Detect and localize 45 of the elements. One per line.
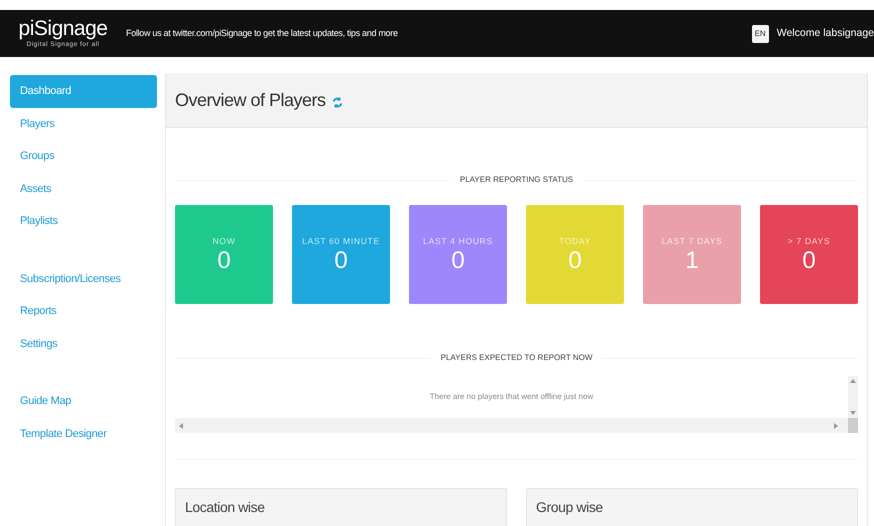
tile-count: 1 xyxy=(685,248,699,274)
status-tile[interactable]: LAST 4 HOURS 0 xyxy=(409,205,507,304)
tile-count: 0 xyxy=(217,248,231,274)
scroll-right-icon[interactable] xyxy=(834,422,838,428)
scroll-up-icon[interactable] xyxy=(850,379,856,383)
sidebar-item[interactable]: Dashboard xyxy=(10,75,157,108)
logo[interactable]: piSignage xyxy=(18,18,108,40)
scroll-down-icon[interactable] xyxy=(850,411,856,415)
sidebar-item[interactable]: Settings xyxy=(10,328,157,360)
tile-count: 0 xyxy=(451,248,465,274)
follow-message: Follow us at twitter.com/piSignage to get the latest updates, tips and more xyxy=(126,26,399,40)
horizontal-scrollbar[interactable] xyxy=(175,418,858,433)
sidebar-item[interactable]: Players xyxy=(10,108,157,140)
status-tile[interactable]: LAST 60 MINUTE 0 xyxy=(292,205,390,304)
tile-count: 0 xyxy=(802,248,816,274)
empty-message: There are no players that went offline just now xyxy=(428,391,594,403)
section-heading: PLAYER REPORTING STATUS xyxy=(460,174,574,186)
sidebar-item[interactable]: Reports xyxy=(10,295,157,328)
tile-label: > 7 DAYS xyxy=(788,235,830,248)
status-tile[interactable]: NOW 0 xyxy=(175,205,273,304)
tile-label: NOW xyxy=(212,235,236,248)
tile-count: 0 xyxy=(568,248,582,274)
welcome-menu[interactable]: Welcome labsignage xyxy=(776,26,874,42)
sidebar-item[interactable]: Subscription/Licenses xyxy=(10,262,157,295)
sidebar-item[interactable]: Playlists xyxy=(10,205,157,238)
sidebar-item[interactable]: Groups xyxy=(10,140,157,172)
panel-header: Group wise xyxy=(526,488,858,526)
tile-count: 0 xyxy=(334,248,348,274)
panel-header: Location wise xyxy=(175,488,507,526)
vertical-scrollbar[interactable] xyxy=(848,376,858,418)
sidebar-item[interactable]: Template Designer xyxy=(10,418,157,450)
scrollbar-corner xyxy=(848,418,858,433)
sidebar-item[interactable]: Assets xyxy=(10,172,157,205)
sidebar-item[interactable]: Guide Map xyxy=(10,385,157,418)
status-tile[interactable]: LAST 7 DAYS 1 xyxy=(643,205,741,304)
page-title: Overview of Players xyxy=(175,88,326,112)
tile-label: TODAY xyxy=(559,235,591,248)
scroll-left-icon[interactable] xyxy=(179,422,183,428)
status-tile[interactable]: > 7 DAYS 0 xyxy=(760,205,858,304)
tile-label: LAST 4 HOURS xyxy=(423,235,493,248)
tile-label: LAST 60 MINUTE xyxy=(302,235,380,248)
section-heading: PLAYERS EXPECTED TO REPORT NOW xyxy=(440,352,592,364)
refresh-icon[interactable] xyxy=(332,96,343,108)
language-button[interactable]: EN xyxy=(752,24,769,42)
tile-label: LAST 7 DAYS xyxy=(662,235,722,248)
